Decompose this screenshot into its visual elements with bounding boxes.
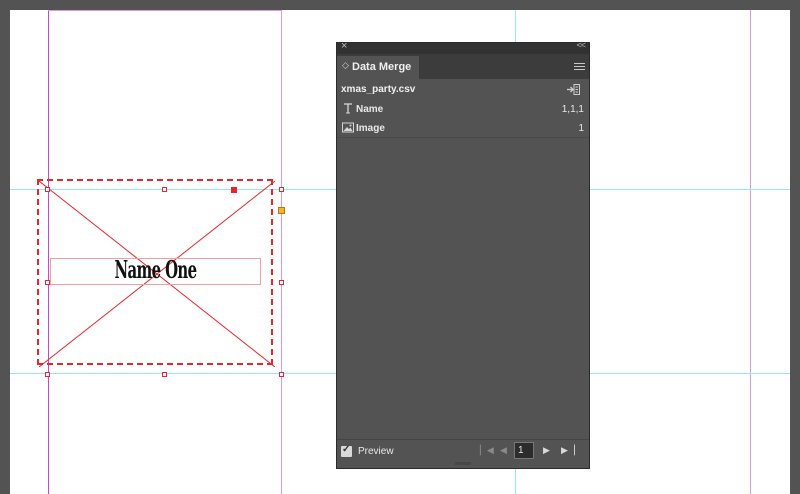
- frame-handle-bottom-right[interactable]: [279, 372, 284, 377]
- collapse-panel-icon[interactable]: <<: [576, 40, 585, 50]
- field-row-image[interactable]: Image 1: [337, 119, 589, 138]
- field-name: Name: [356, 104, 384, 115]
- data-source-name: xmas_party.csv: [341, 84, 416, 95]
- frame-handle-top-center[interactable]: [162, 187, 167, 192]
- frame-reference-point[interactable]: [231, 187, 237, 193]
- margin-guide-mid: [281, 10, 282, 494]
- data-merge-panel: × << ◇ Data Merge xmas_party.csv Name 1,…: [336, 40, 590, 469]
- image-field-icon: [342, 122, 354, 133]
- live-corner-handle[interactable]: [278, 207, 285, 214]
- first-record-icon[interactable]: ▏◀: [480, 445, 494, 456]
- field-row-name[interactable]: Name 1,1,1: [337, 100, 589, 119]
- tab-expand-icon[interactable]: ◇: [342, 60, 349, 71]
- panel-bottom-bar: ✓ Preview ▏◀ ◀ 1 ▶ ▶▕: [337, 439, 589, 462]
- text-field-icon: [344, 103, 352, 114]
- update-data-source-icon[interactable]: [567, 84, 580, 95]
- tab-data-merge[interactable]: ◇ Data Merge: [337, 56, 419, 79]
- name-placeholder-text: Name One: [114, 255, 198, 284]
- panel-tab-bar: ◇ Data Merge: [337, 54, 589, 79]
- frame-handle-top-left[interactable]: [45, 187, 50, 192]
- margin-guide-right: [750, 10, 751, 494]
- field-value: 1,1,1: [561, 104, 584, 115]
- panel-resize-grip[interactable]: [455, 462, 471, 465]
- data-source-row: xmas_party.csv: [337, 80, 589, 100]
- panel-title-strip[interactable]: × <<: [337, 40, 589, 54]
- field-name: Image: [356, 123, 385, 134]
- checkmark-icon: ✓: [342, 444, 351, 455]
- last-record-icon[interactable]: ▶▕: [561, 445, 575, 456]
- field-value: 1: [578, 123, 584, 134]
- field-list-divider: [337, 137, 589, 138]
- previous-record-icon[interactable]: ◀: [500, 445, 507, 456]
- frame-handle-bottom-center[interactable]: [162, 372, 167, 377]
- frame-handle-bottom-left[interactable]: [45, 372, 50, 377]
- record-number-input[interactable]: 1: [514, 442, 534, 459]
- frame-handle-top-right[interactable]: [279, 187, 284, 192]
- close-icon[interactable]: ×: [341, 40, 347, 52]
- panel-menu-icon[interactable]: [574, 63, 585, 71]
- preview-checkbox[interactable]: ✓: [341, 444, 352, 457]
- preview-label: Preview: [358, 446, 394, 457]
- frame-handle-mid-right[interactable]: [279, 280, 284, 285]
- next-record-icon[interactable]: ▶: [543, 445, 550, 456]
- page-top-edge: [48, 10, 282, 11]
- tab-title: Data Merge: [352, 61, 412, 73]
